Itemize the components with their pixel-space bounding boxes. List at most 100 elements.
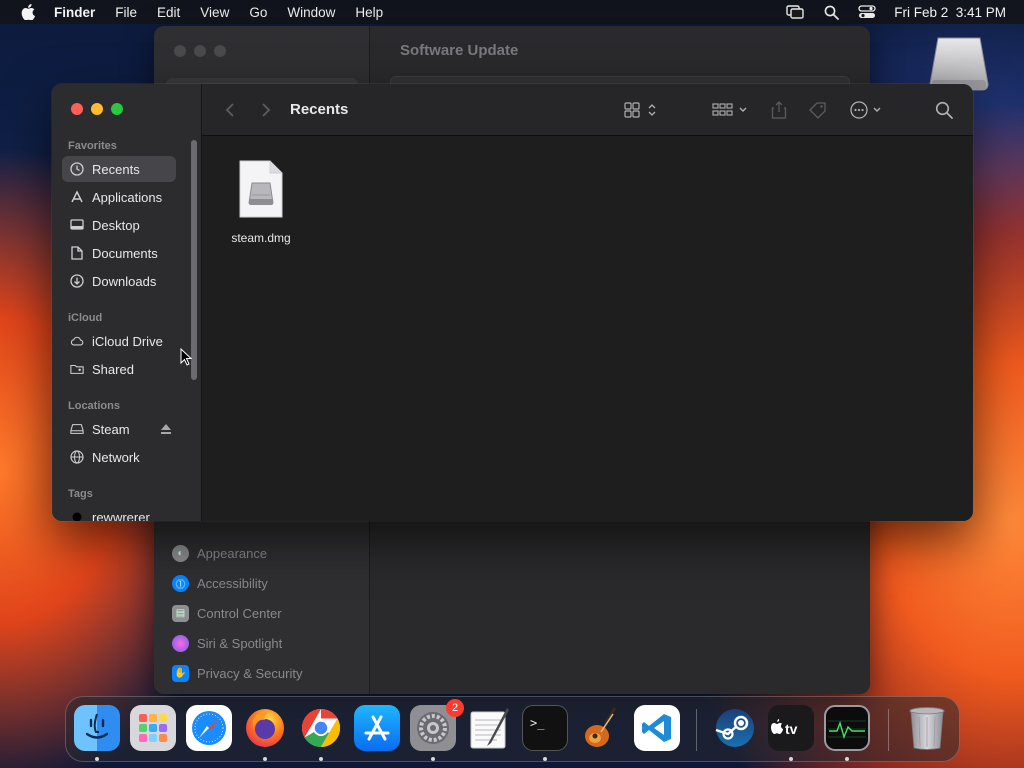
running-indicator xyxy=(263,757,267,761)
running-indicator xyxy=(789,757,793,761)
menu-window[interactable]: Window xyxy=(287,5,335,20)
view-mode-button[interactable] xyxy=(624,100,660,120)
sidebar-item-label: Documents xyxy=(92,245,158,261)
window-controls xyxy=(71,103,123,115)
download-icon xyxy=(70,274,84,288)
dock: 2 >_ tv xyxy=(65,696,960,762)
notification-badge: 2 xyxy=(446,699,464,717)
menu-edit[interactable]: Edit xyxy=(157,5,180,20)
running-indicator xyxy=(95,757,99,761)
menu-file[interactable]: File xyxy=(115,5,137,20)
sidebar-section-locations: Locations xyxy=(68,400,120,412)
running-indicator xyxy=(845,757,849,761)
running-indicator xyxy=(319,757,323,761)
settings-item-control-center[interactable]: ▤ Control Center xyxy=(172,598,302,628)
sidebar-item-desktop[interactable]: Desktop xyxy=(62,212,176,238)
dock-apple-tv-icon[interactable]: tv xyxy=(768,705,814,751)
network-icon xyxy=(70,450,84,464)
finder-content-area[interactable]: steam.dmg xyxy=(202,137,973,521)
sidebar-scrollbar[interactable] xyxy=(191,140,197,380)
menu-help[interactable]: Help xyxy=(355,5,383,20)
dock-terminal-icon[interactable]: >_ xyxy=(522,705,568,751)
share-button[interactable] xyxy=(770,100,788,120)
sidebar-item-label: Desktop xyxy=(92,217,140,233)
menu-bar-clock[interactable]: Fri Feb 2 3:41 PM xyxy=(894,5,1006,20)
dock-separator xyxy=(696,709,697,751)
system-settings-title: Software Update xyxy=(400,42,519,59)
apple-menu-icon[interactable] xyxy=(20,4,36,20)
settings-item-label: Control Center xyxy=(197,605,282,621)
shared-folder-icon xyxy=(70,362,84,376)
settings-item-label: Siri & Spotlight xyxy=(197,635,283,651)
sidebar-item-recents[interactable]: Recents xyxy=(62,156,176,182)
sidebar-item-label: Steam xyxy=(92,421,130,437)
dock-launchpad-icon[interactable] xyxy=(130,705,176,751)
spotlight-search-icon[interactable] xyxy=(822,4,840,20)
desktop-icon xyxy=(70,218,84,232)
dock-activity-monitor-icon[interactable] xyxy=(824,705,870,751)
dock-vscode-icon[interactable] xyxy=(634,705,680,751)
system-settings-sidebar-list: ◐ Appearance ⓵ Accessibility ▤ Control C… xyxy=(172,538,302,688)
disk-image-icon xyxy=(238,159,284,219)
sidebar-section-tags: Tags xyxy=(68,488,93,500)
clock-icon xyxy=(70,162,84,176)
settings-item-privacy-security[interactable]: ✋ Privacy & Security xyxy=(172,658,302,688)
sidebar-item-tag[interactable]: rewwrerer xyxy=(62,504,176,521)
screen-mirroring-icon[interactable] xyxy=(786,4,804,20)
tag-button[interactable] xyxy=(808,100,828,120)
tag-color-dot-icon xyxy=(70,510,84,521)
dock-steam-icon[interactable] xyxy=(712,705,758,751)
sidebar-item-downloads[interactable]: Downloads xyxy=(62,268,176,294)
menu-bar: Finder File Edit View Go Window Help Fri… xyxy=(0,0,1024,24)
sidebar-item-icloud-drive[interactable]: iCloud Drive xyxy=(62,328,176,354)
sidebar-item-network[interactable]: Network xyxy=(62,444,176,470)
sidebar-item-shared[interactable]: Shared xyxy=(62,356,176,382)
sidebar-item-label: Recents xyxy=(92,161,140,177)
search-icon[interactable] xyxy=(934,100,954,120)
svg-text:tv: tv xyxy=(785,721,798,737)
dock-firefox-icon[interactable] xyxy=(242,705,288,751)
sidebar-item-steam[interactable]: Steam xyxy=(62,416,176,442)
eject-icon[interactable] xyxy=(160,423,172,435)
close-button[interactable] xyxy=(71,103,83,115)
dock-trash-icon[interactable] xyxy=(904,705,950,751)
sidebar-item-label: iCloud Drive xyxy=(92,333,163,349)
settings-item-siri-spotlight[interactable]: Siri & Spotlight xyxy=(172,628,302,658)
zoom-button[interactable] xyxy=(111,103,123,115)
appearance-icon: ◐ xyxy=(172,544,189,562)
sidebar-section-icloud: iCloud xyxy=(68,312,103,324)
back-button[interactable] xyxy=(222,101,238,119)
file-name: steam.dmg xyxy=(231,231,291,245)
finder-window[interactable]: Favorites Recents Applications Desktop D… xyxy=(52,84,973,521)
sidebar-item-applications[interactable]: Applications xyxy=(62,184,176,210)
sidebar-item-label: Downloads xyxy=(92,273,157,289)
minimize-button[interactable] xyxy=(91,103,103,115)
dock-safari-icon[interactable] xyxy=(186,705,232,751)
dock-textedit-icon[interactable] xyxy=(466,705,512,751)
settings-item-label: Privacy & Security xyxy=(197,665,303,681)
dock-system-settings-icon[interactable]: 2 xyxy=(410,699,464,751)
sidebar-section-favorites: Favorites xyxy=(68,140,117,152)
settings-item-label: Appearance xyxy=(197,545,268,561)
action-menu-button[interactable] xyxy=(850,100,886,120)
file-item[interactable]: steam.dmg xyxy=(226,159,296,245)
settings-item-appearance[interactable]: ◐ Appearance xyxy=(172,538,302,568)
sidebar-item-label: Applications xyxy=(92,189,163,205)
forward-button[interactable] xyxy=(258,101,274,119)
document-icon xyxy=(70,246,84,260)
menu-go[interactable]: Go xyxy=(249,5,267,20)
settings-item-accessibility[interactable]: ⓵ Accessibility xyxy=(172,568,302,598)
system-settings-traffic-lights xyxy=(174,45,226,57)
accessibility-icon: ⓵ xyxy=(172,574,189,592)
menu-app-name[interactable]: Finder xyxy=(54,5,95,20)
sidebar-item-documents[interactable]: Documents xyxy=(62,240,176,266)
dock-garageband-icon[interactable] xyxy=(578,705,624,751)
sidebar-item-label: Network xyxy=(92,449,140,465)
menu-view[interactable]: View xyxy=(200,5,229,20)
dock-finder-icon[interactable] xyxy=(74,705,120,751)
group-by-button[interactable] xyxy=(712,100,750,120)
control-center-icon[interactable] xyxy=(858,4,876,20)
dock-app-store-icon[interactable] xyxy=(354,705,400,751)
dock-chrome-icon[interactable] xyxy=(298,705,344,751)
window-title: Recents xyxy=(290,101,349,118)
